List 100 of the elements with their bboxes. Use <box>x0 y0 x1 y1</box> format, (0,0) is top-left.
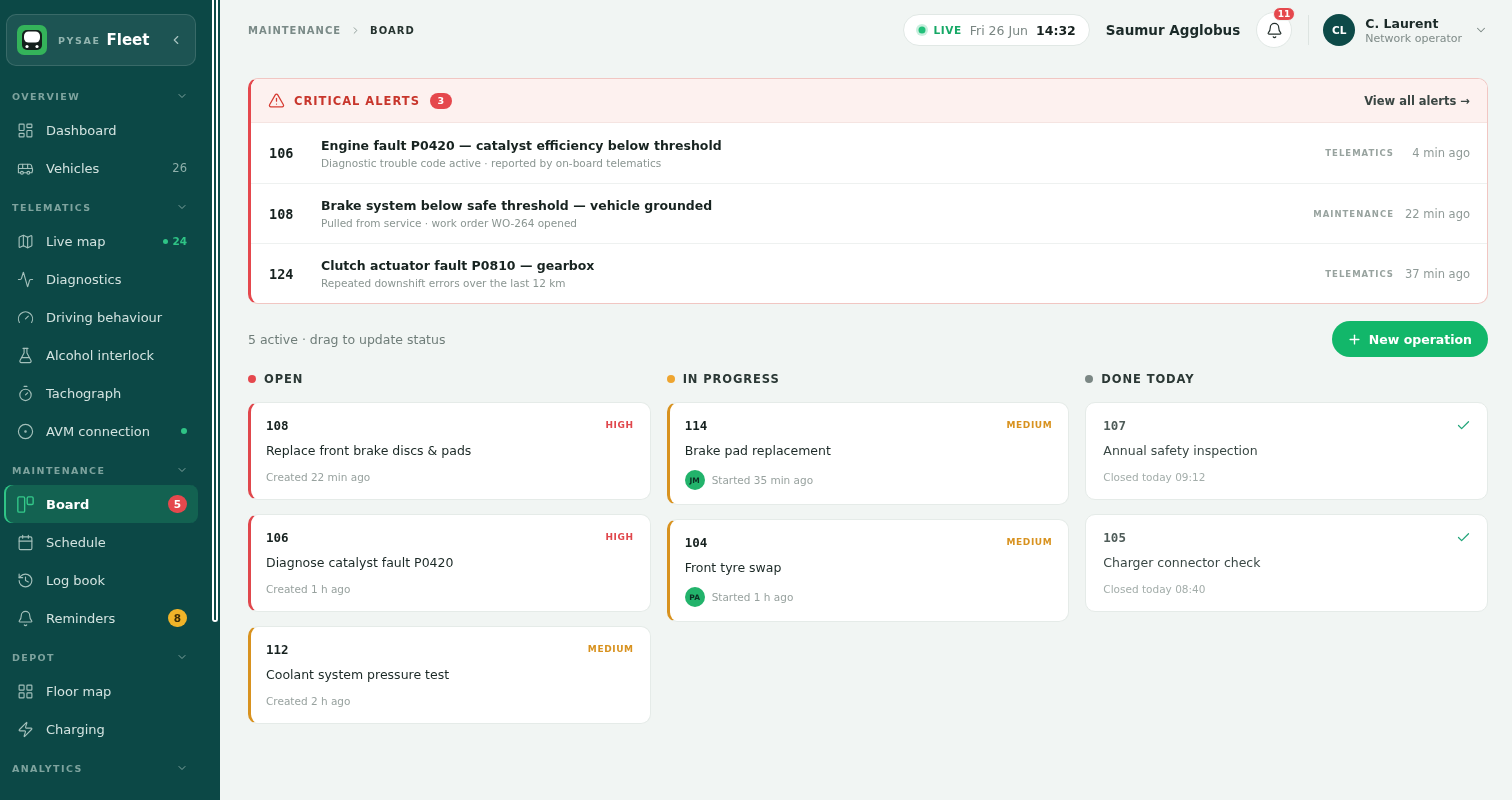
user-avatar[interactable]: CL <box>1323 14 1356 46</box>
alert-time: 37 min ago <box>1404 266 1470 281</box>
alert-time: 22 min ago <box>1404 206 1470 221</box>
task-meta: Created 2 h ago <box>266 694 351 709</box>
task-card[interactable]: 106 HIGH Diagnose catalyst fault P0420 Created 1 h ago <box>248 514 651 612</box>
user-name: C. Laurent <box>1365 15 1440 31</box>
vehicle-number: 108 <box>269 205 295 222</box>
alert-detail: Repeated downshift errors over the last 12 km <box>321 277 566 289</box>
section-header[interactable]: ANALYTICS <box>4 748 206 783</box>
organization-name: Saumur Agglobus <box>1105 22 1241 38</box>
section-header[interactable]: OVERVIEW <box>4 76 206 111</box>
item-count: 26 <box>172 161 187 175</box>
column-title: DONE TODAY <box>1101 372 1195 386</box>
grid-icon <box>17 682 34 700</box>
board-summary: 5 active · drag to update status <box>248 331 446 347</box>
task-meta: Created 1 h ago <box>266 582 351 597</box>
count-badge: 8 <box>167 609 187 627</box>
column-title: OPEN <box>264 372 304 386</box>
nav-item[interactable]: Driving behaviour <box>4 298 198 336</box>
view-all-link[interactable]: View all alerts → <box>1364 93 1470 108</box>
pulse-icon <box>17 270 34 288</box>
brand-prefix: PYSAE <box>58 34 101 46</box>
alert-detail: Pulled from service · work order WO-264 opened <box>321 217 577 229</box>
nav-item[interactable]: Vehicles 26 <box>4 149 198 187</box>
task-title: Annual safety inspection <box>1103 442 1258 460</box>
notification-count: 11 <box>1272 7 1296 21</box>
nav-item[interactable]: Dashboard <box>4 111 198 149</box>
alerts-title: CRITICAL ALERTS <box>294 93 420 108</box>
columns-icon <box>17 495 34 513</box>
live-label: LIVE <box>933 24 962 36</box>
alert-title: Clutch actuator fault P0810 — gearbox <box>321 258 595 273</box>
nav-item[interactable]: Alcohol interlock <box>4 336 198 374</box>
task-meta: Started 1 h ago <box>711 591 794 603</box>
gauge-icon <box>17 308 34 326</box>
source-tag: MAINTENANCE <box>1313 208 1394 219</box>
task-card[interactable]: 105 Charger connector check Closed today 08:40 <box>1085 514 1488 612</box>
nav-item[interactable]: Board 5 <box>4 485 198 523</box>
priority-label: HIGH <box>605 532 634 542</box>
bell-icon <box>1265 21 1283 39</box>
vehicle-number: 114 <box>684 417 708 433</box>
lightning-icon <box>17 720 34 738</box>
bus-logo-icon <box>17 25 47 55</box>
nav-item[interactable]: Diagnostics <box>4 260 198 298</box>
map-icon <box>17 232 34 250</box>
column-title: IN PROGRESS <box>682 372 780 386</box>
nav-item[interactable]: Floor map <box>4 672 198 710</box>
layout-icon <box>17 121 34 139</box>
history-icon <box>17 571 34 589</box>
task-title: Brake pad replacement <box>684 442 831 460</box>
warning-icon <box>268 92 285 109</box>
task-meta: Closed today 08:40 <box>1103 582 1206 597</box>
task-meta: Created 22 min ago <box>266 470 371 485</box>
status-dot-icon <box>181 428 187 434</box>
source-tag: TELEMATICS <box>1325 148 1394 158</box>
vehicle-number: 112 <box>266 641 289 657</box>
breadcrumb-current: BOARD <box>370 24 415 36</box>
vehicle-number: 106 <box>266 529 289 545</box>
alert-time: 4 min ago <box>1411 146 1470 160</box>
brand-name: Fleet <box>106 31 150 49</box>
target-icon <box>17 422 34 440</box>
section-header[interactable]: TELEMATICS <box>4 187 206 222</box>
live-dot-icon <box>916 24 929 36</box>
nav-item[interactable]: Charging <box>4 710 198 748</box>
bell-icon <box>17 609 34 627</box>
section-header[interactable]: MAINTENANCE <box>4 450 206 485</box>
stopwatch-icon <box>17 384 34 402</box>
alerts-count: 3 <box>429 92 452 109</box>
flask-icon <box>17 346 34 364</box>
task-meta: Started 35 min ago <box>711 474 814 486</box>
priority-label: MEDIUM <box>1006 537 1053 547</box>
alert-title: Engine fault P0420 — catalyst efficiency below threshold <box>321 137 722 153</box>
nav-item[interactable]: Schedule <box>4 523 198 561</box>
priority-label: HIGH <box>605 420 634 430</box>
vehicle-number: 124 <box>269 265 295 282</box>
vehicle-number: 107 <box>1103 417 1126 433</box>
task-title: Diagnose catalyst fault P0420 <box>266 554 454 572</box>
nav-item[interactable]: Log book <box>4 561 198 599</box>
vehicle-number: 105 <box>1103 529 1126 545</box>
nav-item[interactable]: Tachograph <box>4 374 198 412</box>
task-title: Replace front brake discs & pads <box>266 442 472 460</box>
nav-item[interactable]: Reminders 8 <box>4 599 198 637</box>
calendar-icon <box>17 533 34 551</box>
task-title: Coolant system pressure test <box>266 666 450 684</box>
task-title: Front tyre swap <box>684 559 782 577</box>
nav-item[interactable]: Live map 24 <box>4 222 198 260</box>
source-tag: TELEMATICS <box>1325 268 1394 279</box>
vehicle-number: 106 <box>269 145 295 161</box>
status-dot-icon <box>163 238 169 244</box>
priority-label: MEDIUM <box>587 644 634 654</box>
scrollbar-thumb[interactable] <box>212 0 218 622</box>
time-text: 14:32 <box>1036 22 1076 38</box>
task-card[interactable]: 108 HIGH Replace front brake discs & pads Created 22 min ago <box>248 402 651 500</box>
task-card[interactable]: 107 Annual safety inspection Closed today 09:12 <box>1085 402 1488 500</box>
nav-item[interactable]: AVM connection <box>4 412 198 450</box>
user-role: Network operator <box>1365 31 1462 45</box>
priority-label: MEDIUM <box>1006 420 1053 430</box>
task-card[interactable]: 112 MEDIUM Coolant system pressure test Created 2 h ago <box>248 626 651 724</box>
vehicle-number: 104 <box>684 534 708 550</box>
section-header[interactable]: DEPOT <box>4 637 206 672</box>
task-meta: Closed today 09:12 <box>1103 470 1206 485</box>
